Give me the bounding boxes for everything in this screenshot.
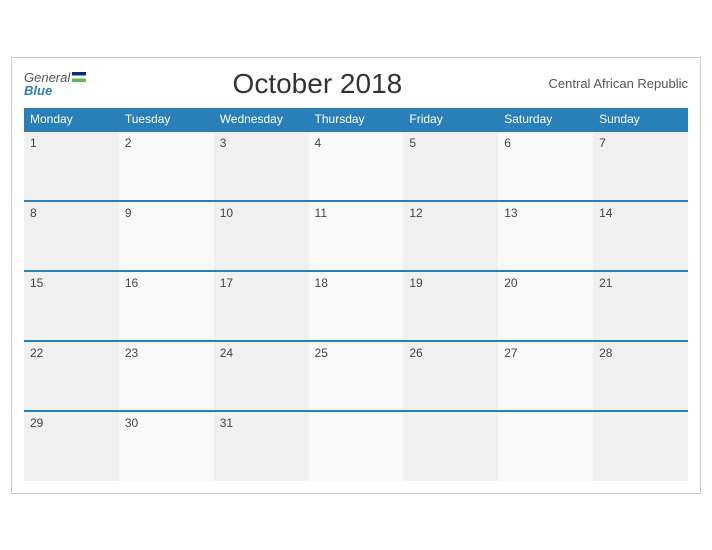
calendar-day-8: 8 (24, 201, 119, 271)
day-number: 14 (599, 206, 612, 220)
weekday-header-tuesday: Tuesday (119, 108, 214, 131)
day-number: 19 (409, 276, 422, 290)
day-number: 24 (220, 346, 233, 360)
day-number: 28 (599, 346, 612, 360)
calendar-day-31: 31 (214, 411, 309, 481)
calendar-week-row: 15 16 17 18 19 20 21 (24, 271, 688, 341)
calendar-header: General Blue October 2018 Central Africa… (24, 68, 688, 100)
day-number: 13 (504, 206, 517, 220)
weekday-header-monday: Monday (24, 108, 119, 131)
day-number: 20 (504, 276, 517, 290)
calendar-week-row: 8 9 10 11 12 13 14 (24, 201, 688, 271)
day-number: 18 (315, 276, 328, 290)
day-number: 27 (504, 346, 517, 360)
day-number: 21 (599, 276, 612, 290)
logo-blue-text: Blue (24, 84, 86, 97)
day-number: 31 (220, 416, 233, 430)
calendar-header-row: MondayTuesdayWednesdayThursdayFridaySatu… (24, 108, 688, 131)
day-number: 26 (409, 346, 422, 360)
logo: General Blue (24, 71, 86, 97)
calendar-day-19: 19 (403, 271, 498, 341)
calendar-day-9: 9 (119, 201, 214, 271)
calendar-day-12: 12 (403, 201, 498, 271)
calendar-empty-cell (403, 411, 498, 481)
calendar-day-11: 11 (309, 201, 404, 271)
calendar-day-6: 6 (498, 131, 593, 201)
day-number: 25 (315, 346, 328, 360)
calendar-day-3: 3 (214, 131, 309, 201)
calendar-container: General Blue October 2018 Central Africa… (11, 57, 701, 494)
calendar-day-7: 7 (593, 131, 688, 201)
country-name: Central African Republic (549, 76, 688, 91)
calendar-day-20: 20 (498, 271, 593, 341)
calendar-body: 1234567891011121314151617181920212223242… (24, 131, 688, 481)
calendar-empty-cell (593, 411, 688, 481)
calendar-day-22: 22 (24, 341, 119, 411)
day-number: 4 (315, 136, 322, 150)
day-number: 30 (125, 416, 138, 430)
calendar-table: MondayTuesdayWednesdayThursdayFridaySatu… (24, 108, 688, 481)
calendar-day-4: 4 (309, 131, 404, 201)
day-number: 16 (125, 276, 138, 290)
weekday-header-sunday: Sunday (593, 108, 688, 131)
logo-general-text: General (24, 71, 70, 84)
calendar-day-27: 27 (498, 341, 593, 411)
calendar-day-29: 29 (24, 411, 119, 481)
day-number: 15 (30, 276, 43, 290)
day-number: 1 (30, 136, 37, 150)
calendar-day-16: 16 (119, 271, 214, 341)
day-number: 2 (125, 136, 132, 150)
weekday-header-friday: Friday (403, 108, 498, 131)
calendar-day-21: 21 (593, 271, 688, 341)
day-number: 23 (125, 346, 138, 360)
calendar-day-15: 15 (24, 271, 119, 341)
calendar-week-row: 29 30 31 (24, 411, 688, 481)
calendar-day-28: 28 (593, 341, 688, 411)
calendar-day-23: 23 (119, 341, 214, 411)
weekday-header-thursday: Thursday (309, 108, 404, 131)
day-number: 10 (220, 206, 233, 220)
month-title: October 2018 (86, 68, 548, 100)
calendar-day-17: 17 (214, 271, 309, 341)
logo-flag-icon (72, 72, 86, 82)
calendar-day-2: 2 (119, 131, 214, 201)
day-number: 8 (30, 206, 37, 220)
calendar-day-1: 1 (24, 131, 119, 201)
calendar-day-25: 25 (309, 341, 404, 411)
day-number: 3 (220, 136, 227, 150)
day-number: 5 (409, 136, 416, 150)
calendar-day-13: 13 (498, 201, 593, 271)
calendar-empty-cell (309, 411, 404, 481)
day-number: 17 (220, 276, 233, 290)
calendar-week-row: 1 2 3 4 5 6 7 (24, 131, 688, 201)
calendar-day-30: 30 (119, 411, 214, 481)
calendar-day-10: 10 (214, 201, 309, 271)
day-number: 9 (125, 206, 132, 220)
calendar-empty-cell (498, 411, 593, 481)
calendar-week-row: 22 23 24 25 26 27 28 (24, 341, 688, 411)
day-number: 29 (30, 416, 43, 430)
calendar-day-26: 26 (403, 341, 498, 411)
calendar-day-24: 24 (214, 341, 309, 411)
calendar-day-14: 14 (593, 201, 688, 271)
day-number: 7 (599, 136, 606, 150)
day-number: 12 (409, 206, 422, 220)
day-number: 11 (315, 206, 327, 220)
calendar-day-5: 5 (403, 131, 498, 201)
weekday-header-wednesday: Wednesday (214, 108, 309, 131)
day-number: 6 (504, 136, 511, 150)
calendar-day-18: 18 (309, 271, 404, 341)
weekday-header-saturday: Saturday (498, 108, 593, 131)
day-number: 22 (30, 346, 43, 360)
